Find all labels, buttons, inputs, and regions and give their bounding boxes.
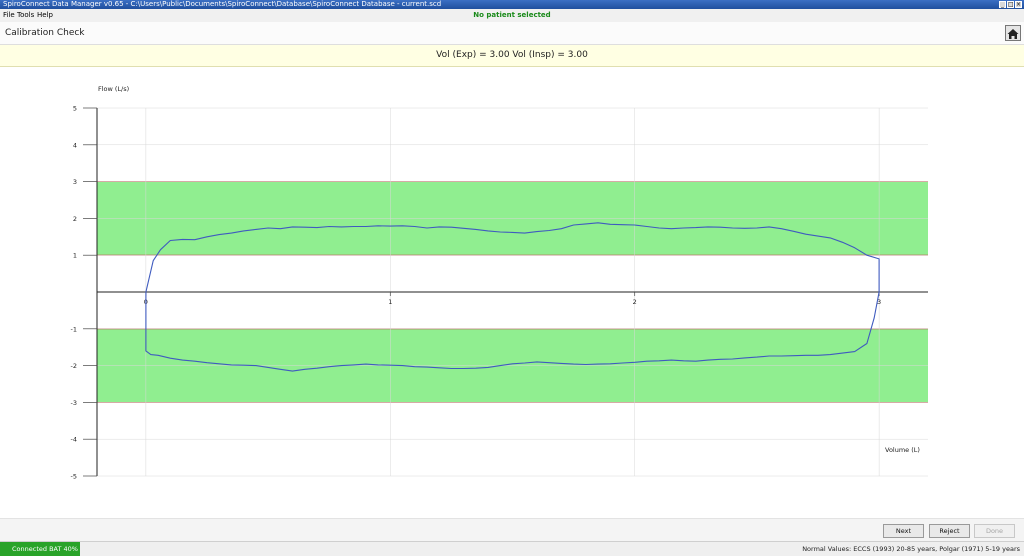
reject-button[interactable]: Reject	[929, 524, 970, 538]
y-tick-label: -4	[71, 436, 77, 444]
y-tick-label: 2	[73, 215, 77, 223]
menu-tools[interactable]: Tools	[17, 9, 34, 22]
home-button[interactable]	[1005, 25, 1021, 41]
close-button[interactable]: ×	[1015, 1, 1022, 8]
menu-bar: No patient selected File Tools Help	[0, 9, 1024, 23]
menu-file[interactable]: File	[3, 9, 15, 22]
calibration-result-banner: Vol (Exp) = 3.00 Vol (Insp) = 3.00	[0, 45, 1024, 67]
title-bar: SpiroConnect Data Manager v0.65 - C:\Use…	[0, 0, 1024, 9]
y-tick-label: 4	[73, 141, 77, 149]
flow-volume-chart: -5-4-3-2-1123450 1 2 3 Flow (L/s) Volume (L…	[71, 85, 928, 481]
window-controls: _ □ ×	[999, 1, 1022, 8]
done-button: Done	[974, 524, 1015, 538]
action-bar: Next Reject Done	[0, 518, 1024, 542]
y-tick-label: 1	[73, 252, 77, 260]
menu-help[interactable]: Help	[37, 9, 53, 22]
y-tick-label: 5	[73, 105, 77, 113]
x-axis-label: Volume (L)	[885, 446, 920, 454]
window-title: SpiroConnect Data Manager v0.65 - C:\Use…	[3, 0, 442, 8]
y-tick-label: -3	[71, 399, 77, 407]
y-tick-label: -5	[71, 473, 77, 481]
page-title: Calibration Check	[5, 28, 85, 38]
normal-values-text: Normal Values: ECCS (1993) 20-85 years, …	[802, 545, 1020, 553]
status-bar: Connected BAT 40% Normal Values: ECCS (1…	[0, 541, 1024, 556]
home-icon	[1007, 29, 1019, 39]
connection-status: Connected BAT 40%	[0, 542, 80, 556]
x-tick-label: 2	[633, 298, 637, 306]
patient-status: No patient selected	[473, 11, 551, 19]
y-tick-label: -2	[71, 362, 77, 370]
minimize-button[interactable]: _	[999, 1, 1006, 8]
y-tick-label: -1	[71, 325, 77, 333]
y-tick-label: 3	[73, 178, 77, 186]
maximize-button[interactable]: □	[1007, 1, 1014, 8]
y-axis-label: Flow (L/s)	[98, 85, 129, 93]
next-button[interactable]: Next	[883, 524, 924, 538]
x-tick-label: 1	[388, 298, 392, 306]
page-header: Calibration Check	[0, 22, 1024, 45]
